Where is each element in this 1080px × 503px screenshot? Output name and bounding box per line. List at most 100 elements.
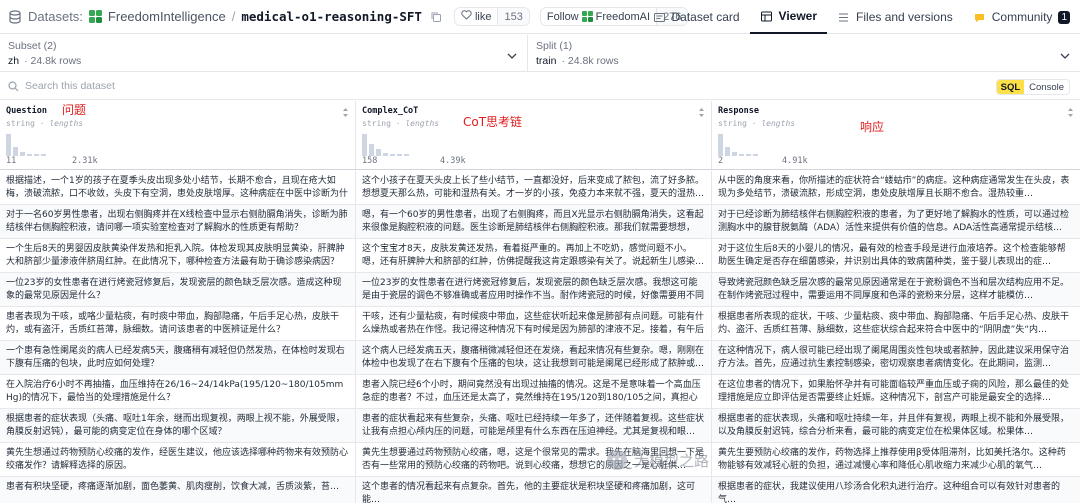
- chevron-down-icon: [507, 53, 517, 59]
- breadcrumb: Datasets: FreedomIntelligence / medical-…: [0, 7, 689, 26]
- table-row[interactable]: 黄先生想通过药物预防心绞痛的发作，经医生建议，他应该选择哪种药物来有效预防心绞痛…: [0, 443, 1080, 477]
- tab-label: Dataset card: [671, 10, 740, 24]
- histogram-bar[interactable]: [718, 134, 723, 156]
- copy-icon[interactable]: [430, 11, 442, 23]
- cell-text: 在这位患者的情况下，如果胎怀孕并有可能面临较严重血压或子痫的风险，那么最佳的处理…: [718, 380, 1070, 403]
- tab-viewer[interactable]: Viewer: [749, 0, 828, 34]
- cell-complex-cot[interactable]: 患者的症状看起来有些复杂，头痛、呕吐已经持续一年多了，还伴随着复视。这些症状让我…: [356, 409, 712, 442]
- cell-complex-cot[interactable]: 嗯，有一个60岁的男性患者，出现了右侧胸疼，而且X光显示右侧肋膈角消失，这看起来…: [356, 205, 712, 238]
- cell-question[interactable]: 患者有积块坚硬，疼痛逐渐加剧，面色萎黄、肌肉瘦削，饮食大减，舌质淡紫，苔…: [0, 477, 356, 503]
- search-input[interactable]: [25, 80, 325, 92]
- sql-label: SQL: [996, 80, 1025, 94]
- histogram-bar[interactable]: [13, 147, 18, 156]
- split-value: train: [536, 55, 557, 67]
- tab-community[interactable]: Community 1: [963, 0, 1080, 34]
- histogram-bar[interactable]: [739, 154, 744, 156]
- cell-question[interactable]: 对于一名60岁男性患者，出现右侧胸疼并在X线检查中显示右侧肋膈角消失，诊断为肺结…: [0, 205, 356, 238]
- cell-complex-cot[interactable]: 这个患者的情况看起来有点复杂。首先，他的主要症状是积块坚硬和疼痛加剧，这可能…: [356, 477, 712, 503]
- histogram-bar[interactable]: [376, 149, 381, 156]
- table-row[interactable]: 一个患有急性阑尾炎的病人已经发病5天，腹痛稍有减轻但仍然发热，在体检时发现右下腹…: [0, 341, 1080, 375]
- datasets-link[interactable]: Datasets:: [28, 9, 83, 24]
- histogram-bar[interactable]: [383, 153, 388, 156]
- cell-question[interactable]: 患者表现为干咳，或咯少量粘痰，有时痰中带血，胸部隐痛，午后手足心热，皮肤干灼，或…: [0, 307, 356, 340]
- sort-icon[interactable]: [342, 107, 349, 118]
- table-row[interactable]: 一位23岁的女性患者在进行烤瓷冠修复后，发现瓷层的颜色缺乏层次感。造成这种现象的…: [0, 273, 1080, 307]
- cell-response[interactable]: 黄先生要预防心绞痛的发作，药物选择上推荐使用β受体阻滞剂，比如美托洛尔。这种药物…: [712, 443, 1080, 476]
- histogram-bar[interactable]: [746, 154, 751, 156]
- dataset-name[interactable]: medical-o1-reasoning-SFT: [241, 9, 422, 24]
- cell-response[interactable]: 对于这位生后8天的小婴儿的情况，最有效的检查手段是进行血液培养。这个检查能够帮助…: [712, 239, 1080, 272]
- sql-console-button[interactable]: SQL Console: [995, 79, 1070, 95]
- histogram-bar[interactable]: [725, 147, 730, 156]
- subset-select[interactable]: Subset (2) zh · 24.8k rows: [0, 35, 528, 71]
- cell-response[interactable]: 从中医的角度来看，你所描述的症状符合“蝼蛄疖”的病症。这种病症通常发生在头皮，表…: [712, 171, 1080, 204]
- cell-question[interactable]: 一个生后8天的男婴因皮肤黄染伴发热和拒乳入院。体检发现其皮肤明显黄染，肝脾肿大和…: [0, 239, 356, 272]
- sort-icon[interactable]: [698, 107, 705, 118]
- tab-label: Viewer: [778, 9, 818, 23]
- histogram-bar[interactable]: [732, 152, 737, 156]
- histogram-bar[interactable]: [6, 134, 11, 156]
- length-histogram[interactable]: [362, 134, 462, 156]
- cell-text: 这个病人已经发病五天，腹痛稍微减轻但还在发烧，看起来情况有些复杂。嗯，刚刚在体检…: [362, 346, 705, 369]
- table-row[interactable]: 患者表现为干咳，或咯少量粘痰，有时痰中带血，胸部隐痛，午后手足心热，皮肤干灼，或…: [0, 307, 1080, 341]
- histogram-bar[interactable]: [753, 154, 758, 156]
- table-row[interactable]: 对于一名60岁男性患者，出现右侧胸疼并在X线检查中显示右侧肋膈角消失，诊断为肺结…: [0, 205, 1080, 239]
- column-header-complex-cot[interactable]: Complex_CoT string · lengths CoT思考链 158 …: [356, 101, 712, 169]
- length-histogram[interactable]: [6, 134, 106, 156]
- like-button[interactable]: like 153: [453, 7, 530, 26]
- cell-response[interactable]: 根据患者的症状表现，头痛和呕吐持续一年，并且伴有复视，两眼上视不能和外展受限，以…: [712, 409, 1080, 442]
- column-annotation: 响应: [860, 120, 885, 134]
- cell-complex-cot[interactable]: 这个病人已经发病五天，腹痛稍微减轻但还在发烧，看起来情况有些复杂。嗯，刚刚在体检…: [356, 341, 712, 374]
- histogram-bar[interactable]: [369, 144, 374, 156]
- sort-icon[interactable]: [1067, 107, 1074, 118]
- cell-text: 患者的症状看起来有些复杂，头痛、呕吐已经持续一年多了，还伴随着复视。这些症状让我…: [362, 414, 705, 437]
- cell-response[interactable]: 在这位患者的情况下，如果胎怀孕并有可能面临较严重血压或子痫的风险，那么最佳的处理…: [712, 375, 1080, 408]
- column-header-question[interactable]: Question string · lengths 问题 11 2.31k: [0, 101, 356, 169]
- org-link[interactable]: FreedomIntelligence: [108, 9, 226, 24]
- cell-question[interactable]: 黄先生想通过药物预防心绞痛的发作，经医生建议，他应该选择哪种药物来有效预防心绞痛…: [0, 443, 356, 476]
- cell-question[interactable]: 一个患有急性阑尾炎的病人已经发病5天，腹痛稍有减轻但仍然发热，在体检时发现右下腹…: [0, 341, 356, 374]
- cell-response[interactable]: 在这种情况下，病人很可能已经出现了阑尾周围炎性包块或者脓肿，因此建议采用保守治疗…: [712, 341, 1080, 374]
- top-header: Datasets: FreedomIntelligence / medical-…: [0, 0, 1080, 34]
- tab-dataset-card[interactable]: Dataset card: [643, 0, 750, 34]
- histogram-bar[interactable]: [362, 134, 367, 156]
- split-select[interactable]: Split (1) train · 24.8k rows: [528, 35, 1080, 71]
- column-header-response[interactable]: Response string · lengths 响应 2 4.91k: [712, 101, 1080, 169]
- table-row[interactable]: 根据描述，一个1岁的孩子在夏季头皮出现多处小结节，长期不愈合，且现在疮大如梅，溃…: [0, 171, 1080, 205]
- histogram-bar[interactable]: [20, 152, 25, 156]
- subset-split-bar: Subset (2) zh · 24.8k rows Split (1) trai…: [0, 35, 1080, 72]
- cell-question[interactable]: 一位23岁的女性患者在进行烤瓷冠修复后，发现瓷层的颜色缺乏层次感。造成这种现象的…: [0, 273, 356, 306]
- cell-text: 根据患者的症状表现，头痛和呕吐持续一年，并且伴有复视，两眼上视不能和外展受限，以…: [718, 414, 1070, 437]
- cell-question[interactable]: 根据患者的症状表现（头痛、呕吐1年余，继而出现复视，两眼上视不能，外展受限，角膜…: [0, 409, 356, 442]
- cell-text: 对于已经诊断为肺结核伴右侧胸腔积液的患者，为了更好地了解胸水的性质，可以通过检测…: [718, 210, 1070, 233]
- length-histogram[interactable]: [718, 134, 818, 156]
- histogram-bar[interactable]: [41, 154, 46, 156]
- cell-response[interactable]: 对于已经诊断为肺结核伴右侧胸腔积液的患者，为了更好地了解胸水的性质，可以通过检测…: [712, 205, 1080, 238]
- cell-complex-cot[interactable]: 一位23岁的女性患者在进行烤瓷冠修复后，发现瓷层的颜色缺乏层次感。我想这可能是由…: [356, 273, 712, 306]
- table-row[interactable]: 一个生后8天的男婴因皮肤黄染伴发热和拒乳入院。体检发现其皮肤明显黄染，肝脾肿大和…: [0, 239, 1080, 273]
- cell-response[interactable]: 根据患者的症状，我建议使用八珍汤合化积丸进行治疗。这种组合可以有效针对患者的气…: [712, 477, 1080, 503]
- cell-complex-cot[interactable]: 这个小孩子在夏天头皮上长了些小结节，一直都没好，后来变成了脓包，流了好多脓。想想…: [356, 171, 712, 204]
- cell-complex-cot[interactable]: 这个宝宝才8天，皮肤发黄还发热，看着挺严重的。再加上不吃奶，感觉问题不小。嗯，还…: [356, 239, 712, 272]
- cell-complex-cot[interactable]: 患者入院已经6个小时，期间竟然没有出现过抽搐的情况。这是不是意味着一个高血压急症…: [356, 375, 712, 408]
- tab-files-and-versions[interactable]: Files and versions: [827, 0, 963, 34]
- cell-complex-cot[interactable]: 干咳，还有少量粘痰，有时候痰中带血，这些症状听起来像是肺部有点问题。可能有什么燥…: [356, 307, 712, 340]
- table-row[interactable]: 根据患者的症状表现（头痛、呕吐1年余，继而出现复视，两眼上视不能，外展受限，角膜…: [0, 409, 1080, 443]
- histogram-bar[interactable]: [27, 154, 32, 156]
- table-row[interactable]: 患者有积块坚硬，疼痛逐渐加剧，面色萎黄、肌肉瘦削，饮食大减，舌质淡紫，苔… 这个患…: [0, 477, 1080, 503]
- table-row[interactable]: 在入院治疗6小时不再抽搐，血压维持在26/16~24/14kPa(195/120…: [0, 375, 1080, 409]
- histogram-bar[interactable]: [397, 154, 402, 156]
- cell-complex-cot[interactable]: 黄先生想要通过药物预防心绞痛，嗯，这是个很常见的需求。我先在脑海里回想一下是否有…: [356, 443, 712, 476]
- cell-response[interactable]: 导致烤瓷冠颜色缺乏层次感的最常见原因通常是在于瓷粉调色不当和层次结构应用不足。在…: [712, 273, 1080, 306]
- column-annotation: CoT思考链: [463, 115, 523, 129]
- cell-question[interactable]: 根据描述，一个1岁的孩子在夏季头皮出现多处小结节，长期不愈合，且现在疮大如梅，溃…: [0, 171, 356, 204]
- histogram-bar[interactable]: [390, 154, 395, 156]
- cell-response[interactable]: 根据患者所表现的症状，干咳、少量粘痰、痰中带血、胸部隐痛、午后手足心热、皮肤干灼…: [712, 307, 1080, 340]
- tab-label: Community: [991, 10, 1053, 24]
- cell-question[interactable]: 在入院治疗6小时不再抽搐，血压维持在26/16~24/14kPa(195/120…: [0, 375, 356, 408]
- search-bar: SQL Console: [0, 73, 1080, 100]
- column-type: string: [362, 119, 391, 128]
- histogram-bar[interactable]: [404, 154, 409, 156]
- histogram-min: 2: [718, 156, 724, 166]
- histogram-bar[interactable]: [34, 154, 39, 156]
